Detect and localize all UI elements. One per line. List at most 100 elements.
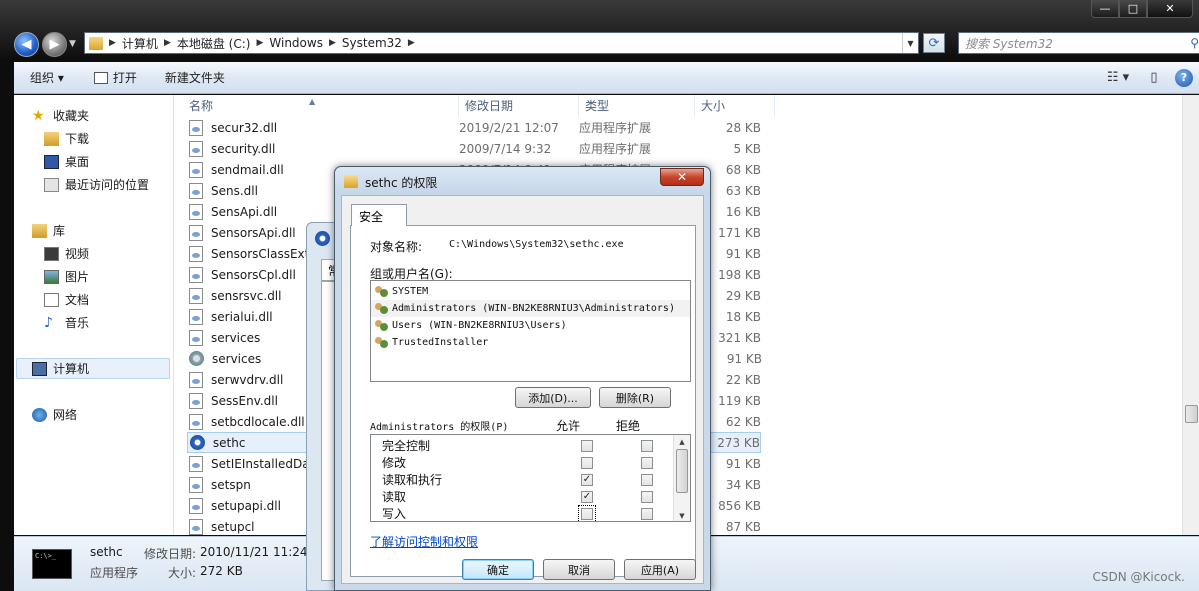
breadcrumb-system32[interactable]: System32	[342, 36, 402, 50]
scroll-down-icon[interactable]: ▼	[674, 509, 690, 521]
breadcrumb-computer[interactable]: 计算机	[122, 35, 158, 52]
sidebar-item-libraries[interactable]: 库	[32, 222, 65, 239]
allow-checkbox[interactable]	[581, 439, 593, 452]
permission-row: 完全控制	[371, 437, 690, 454]
file-icon	[189, 351, 204, 366]
sidebar-item-desktop[interactable]: 桌面	[44, 153, 89, 170]
file-thumbnail: C:\>_	[32, 549, 72, 579]
document-icon	[44, 292, 59, 307]
user-list-item[interactable]: Users (WIN-BN2KE8RNIU3\Users)	[371, 317, 690, 334]
apply-button[interactable]: 应用(A)	[624, 559, 696, 580]
dialog-close-button[interactable]: ✕	[660, 168, 704, 186]
add-button[interactable]: 添加(D)...	[515, 387, 591, 408]
navigation-bar: ◀ ▶ ▼ ▶ 计算机 ▶ 本地磁盘 (C:) ▶ Windows ▶ Syst…	[14, 30, 1199, 58]
search-input[interactable]: 搜索 System32 ⚲	[958, 32, 1199, 54]
file-icon	[189, 224, 203, 241]
user-list-item[interactable]: Administrators (WIN-BN2KE8RNIU3\Administ…	[371, 300, 690, 317]
file-icon	[189, 161, 203, 178]
search-icon[interactable]: ⚲	[1190, 36, 1199, 50]
deny-checkbox[interactable]	[641, 507, 653, 520]
users-listbox[interactable]: SYSTEM Administrators (WIN-BN2KE8RNIU3\Ad…	[370, 280, 691, 382]
maximize-button[interactable]: □	[1119, 0, 1147, 18]
dialog-titlebar[interactable]: sethc 的权限 ✕	[335, 167, 710, 195]
search-placeholder: 搜索 System32	[965, 36, 1053, 51]
scrollbar-thumb[interactable]	[676, 449, 688, 493]
permission-name: 完全控制	[382, 439, 431, 453]
file-icon	[189, 245, 203, 262]
close-window-button[interactable]: ✕	[1147, 0, 1193, 18]
deny-checkbox[interactable]	[641, 456, 653, 469]
column-date[interactable]: 修改日期	[459, 95, 579, 117]
sidebar-item-recent[interactable]: 最近访问的位置	[44, 176, 149, 193]
detail-file-name: sethc	[90, 545, 123, 559]
detail-size-value: 272 KB	[200, 564, 243, 578]
security-tab-page: 对象名称: C:\Windows\System32\sethc.exe 组或用户…	[350, 225, 696, 577]
address-bar[interactable]: ▶ 计算机 ▶ 本地磁盘 (C:) ▶ Windows ▶ System32 ▶…	[84, 32, 919, 54]
sidebar-item-music[interactable]: ♪ 音乐	[44, 314, 89, 331]
music-icon: ♪	[44, 314, 53, 331]
picture-icon	[44, 269, 59, 284]
user-list-item[interactable]: TrustedInstaller	[371, 334, 690, 351]
preview-pane-icon[interactable]: ▯	[1139, 62, 1169, 93]
deny-checkbox[interactable]	[641, 439, 653, 452]
sidebar-item-network[interactable]: 网络	[32, 406, 77, 423]
remove-button[interactable]: 删除(R)	[599, 387, 671, 408]
column-name[interactable]: ▲ 名称	[189, 95, 459, 117]
sidebar-item-computer[interactable]: 计算机	[32, 360, 89, 377]
allow-checkbox[interactable]	[581, 456, 593, 469]
column-size[interactable]: 大小	[695, 95, 775, 117]
sidebar-item-downloads[interactable]: 下载	[44, 130, 89, 147]
permissions-scrollbar[interactable]: ▲ ▼	[673, 435, 690, 521]
sidebar-label: 图片	[65, 270, 90, 284]
view-options-icon[interactable]: ☷ ▾	[1097, 62, 1139, 93]
back-button[interactable]: ◀	[14, 31, 39, 57]
minimize-button[interactable]: —	[1091, 0, 1119, 18]
open-button[interactable]: 打开	[78, 62, 151, 93]
recent-pages-dropdown[interactable]: ▼	[69, 39, 76, 49]
object-name-value: C:\Windows\System32\sethc.exe	[449, 239, 624, 250]
tab-security[interactable]: 安全	[351, 204, 407, 226]
chevron-right-icon[interactable]: ▶	[109, 38, 116, 48]
scroll-up-icon[interactable]: ▲	[674, 435, 690, 449]
deny-checkbox[interactable]	[641, 473, 653, 486]
chevron-right-icon[interactable]: ▶	[256, 38, 263, 48]
sidebar-item-pictures[interactable]: 图片	[44, 268, 89, 285]
scrollbar-thumb[interactable]	[1185, 405, 1198, 423]
learn-access-control-link[interactable]: 了解访问控制和权限	[370, 533, 478, 550]
object-name-label: 对象名称:	[370, 240, 423, 254]
sidebar-item-videos[interactable]: 视频	[44, 245, 89, 262]
allow-checkbox[interactable]	[578, 504, 596, 521]
vertical-scrollbar[interactable]	[1182, 95, 1199, 535]
new-folder-button[interactable]: 新建文件夹	[151, 62, 239, 93]
chevron-right-icon[interactable]: ▶	[408, 38, 415, 48]
column-type[interactable]: 类型	[579, 95, 695, 117]
user-group-icon	[375, 336, 389, 349]
file-row[interactable]: secur32.dll 2019/2/21 12:07 应用程序扩展 28 KB	[189, 117, 779, 138]
deny-checkbox[interactable]	[641, 490, 653, 503]
refresh-button[interactable]: ⟳	[923, 33, 945, 53]
allow-checkbox[interactable]: ✓	[581, 490, 593, 503]
forward-button[interactable]: ▶	[42, 31, 67, 57]
allow-header: 允许	[556, 419, 581, 433]
sidebar-label: 收藏夹	[53, 109, 90, 123]
file-row[interactable]: security.dll 2009/7/14 9:32 应用程序扩展 5 KB	[189, 138, 779, 159]
user-name: TrustedInstaller	[392, 337, 489, 348]
chevron-right-icon[interactable]: ▶	[329, 38, 336, 48]
breadcrumb-windows[interactable]: Windows	[269, 36, 323, 50]
cancel-button[interactable]: 取消	[543, 559, 615, 580]
sidebar-item-favorites[interactable]: ★ 收藏夹	[32, 107, 89, 124]
folder-icon	[344, 175, 358, 188]
allow-checkbox[interactable]: ✓	[581, 473, 593, 486]
address-dropdown[interactable]: ▼	[902, 33, 918, 53]
file-icon	[189, 182, 203, 199]
file-icon	[189, 119, 203, 136]
library-icon	[32, 223, 47, 238]
sidebar-item-documents[interactable]: 文档	[44, 291, 89, 308]
column-label: 大小	[701, 99, 726, 113]
breadcrumb-drive-c[interactable]: 本地磁盘 (C:)	[177, 35, 251, 52]
organize-button[interactable]: 组织 ▾	[14, 62, 78, 93]
ok-button[interactable]: 确定	[462, 559, 534, 580]
user-list-item[interactable]: SYSTEM	[371, 283, 690, 300]
chevron-right-icon[interactable]: ▶	[164, 38, 171, 48]
help-button[interactable]: ?	[1169, 62, 1199, 93]
